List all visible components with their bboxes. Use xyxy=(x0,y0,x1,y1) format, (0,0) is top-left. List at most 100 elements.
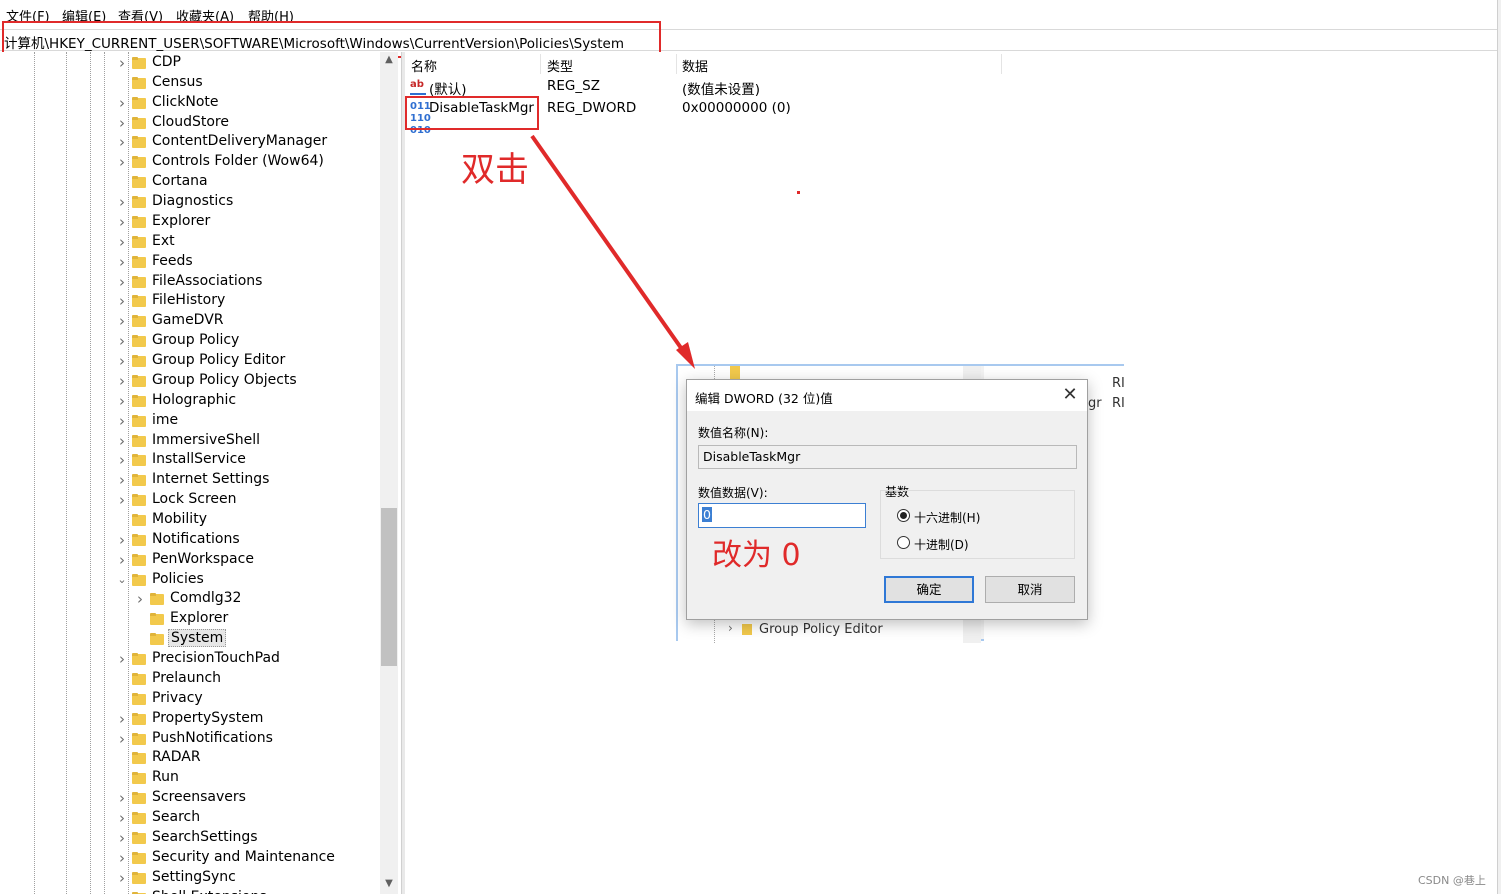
tree-item[interactable]: › Group Policy xyxy=(116,331,380,351)
tree-item[interactable]: › Lock Screen xyxy=(116,490,380,510)
tree-item[interactable]: › FileHistory xyxy=(116,291,380,311)
tree-item[interactable]: › Notifications xyxy=(116,530,380,550)
column-header-data[interactable]: 数据 xyxy=(682,56,708,75)
chevron-right-icon[interactable]: › xyxy=(116,433,128,448)
chevron-right-icon[interactable]: › xyxy=(116,135,128,150)
chevron-right-icon[interactable]: › xyxy=(116,731,128,746)
tree-item[interactable]: › Group Policy Objects xyxy=(116,371,380,391)
chevron-right-icon[interactable]: › xyxy=(116,453,128,468)
chevron-right-icon[interactable]: › xyxy=(116,95,128,110)
tree-item[interactable]: › Shell Extensions xyxy=(116,888,380,894)
tree-item[interactable]: › PrecisionTouchPad xyxy=(116,649,380,669)
tree-item[interactable]: Cortana xyxy=(116,172,380,192)
value-data-input[interactable]: 0 xyxy=(698,503,866,528)
tree-item[interactable]: › Search xyxy=(116,808,380,828)
tree-item[interactable]: › Internet Settings xyxy=(116,470,380,490)
chevron-right-icon[interactable]: › xyxy=(116,195,128,210)
chevron-right-icon[interactable]: › xyxy=(116,652,128,667)
chevron-right-icon[interactable]: › xyxy=(116,413,128,428)
value-row-disabletaskmgr[interactable]: 011 110 010 DisableTaskMgr REG_DWORD 0x000… xyxy=(405,98,1497,136)
column-header-type[interactable]: 类型 xyxy=(547,56,573,75)
tree-item[interactable]: Privacy xyxy=(116,689,380,709)
tree-item[interactable]: › Explorer xyxy=(116,212,380,232)
column-divider[interactable] xyxy=(1001,54,1002,74)
tree-item[interactable]: System xyxy=(134,629,380,649)
key-tree[interactable]: › CDP Census › ClickNote › CloudStore › ContentD… xyxy=(0,52,398,894)
tree-item[interactable]: › Comdlg32 xyxy=(134,589,380,609)
chevron-right-icon[interactable]: › xyxy=(116,314,128,329)
column-divider[interactable] xyxy=(540,54,541,74)
tree-item[interactable]: › Screensavers xyxy=(116,788,380,808)
chevron-right-icon[interactable]: › xyxy=(116,373,128,388)
tree-item[interactable]: › Security and Maintenance xyxy=(116,848,380,868)
tree-item[interactable]: › ContentDeliveryManager xyxy=(116,132,380,152)
scroll-up-icon[interactable]: ▲ xyxy=(380,54,398,70)
tree-item[interactable]: › Holographic xyxy=(116,391,380,411)
folder-icon xyxy=(132,533,146,546)
chevron-down-icon[interactable]: ⌄ xyxy=(116,573,128,587)
tree-item[interactable]: RADAR xyxy=(116,748,380,768)
tree-item[interactable]: Explorer xyxy=(134,609,380,629)
ok-button[interactable]: 确定 xyxy=(884,576,974,603)
tree-item[interactable]: › InstallService xyxy=(116,450,380,470)
hex-radio[interactable] xyxy=(897,509,910,522)
scroll-down-icon[interactable]: ▼ xyxy=(380,878,398,894)
cancel-button[interactable]: 取消 xyxy=(985,576,1075,603)
chevron-right-icon[interactable]: › xyxy=(116,811,128,826)
tree-item[interactable]: Run xyxy=(116,768,380,788)
tree-scrollbar[interactable]: ▲ ▼ xyxy=(380,52,398,894)
chevron-right-icon[interactable]: › xyxy=(116,294,128,309)
hex-radio-label[interactable]: 十六进制(H) xyxy=(914,509,980,526)
tree-item[interactable]: › SearchSettings xyxy=(116,828,380,848)
tree-item[interactable]: › ClickNote xyxy=(116,93,380,113)
chevron-right-icon[interactable]: › xyxy=(116,870,128,885)
tree-item[interactable]: › Controls Folder (Wow64) xyxy=(116,152,380,172)
tree-item[interactable]: › Group Policy Editor xyxy=(116,351,380,371)
tree-item[interactable]: › PenWorkspace xyxy=(116,550,380,570)
tree-item[interactable]: Census xyxy=(116,73,380,93)
chevron-right-icon[interactable]: › xyxy=(116,115,128,130)
chevron-right-icon[interactable]: › xyxy=(116,254,128,269)
tree-item[interactable]: › PropertySystem xyxy=(116,709,380,729)
chevron-right-icon[interactable]: › xyxy=(116,552,128,567)
chevron-right-icon[interactable]: › xyxy=(116,890,128,894)
chevron-right-icon[interactable]: › xyxy=(116,334,128,349)
chevron-right-icon[interactable]: › xyxy=(116,155,128,170)
chevron-right-icon[interactable]: › xyxy=(116,56,128,71)
tree-item[interactable]: Prelaunch xyxy=(116,669,380,689)
value-type: REG_DWORD xyxy=(547,100,637,116)
tree-item[interactable]: › ime xyxy=(116,411,380,431)
chevron-right-icon[interactable]: › xyxy=(116,393,128,408)
chevron-right-icon[interactable]: › xyxy=(116,234,128,249)
tree-item[interactable]: › Diagnostics xyxy=(116,192,380,212)
value-row-default[interactable]: ab (默认) REG_SZ (数值未设置) xyxy=(405,76,1497,98)
chevron-right-icon[interactable]: › xyxy=(116,493,128,508)
close-icon[interactable]: ✕ xyxy=(1059,384,1081,406)
dec-radio-label[interactable]: 十进制(D) xyxy=(914,536,969,553)
chevron-right-icon[interactable]: › xyxy=(116,473,128,488)
column-divider[interactable] xyxy=(676,54,677,74)
tree-item[interactable]: › SettingSync xyxy=(116,868,380,888)
tree-item[interactable]: ⌄ Policies xyxy=(116,570,380,590)
chevron-right-icon[interactable]: › xyxy=(116,274,128,289)
tree-item[interactable]: › Feeds xyxy=(116,252,380,272)
scrollbar-thumb[interactable] xyxy=(381,508,397,666)
tree-item[interactable]: › GameDVR xyxy=(116,311,380,331)
tree-item[interactable]: › FileAssociations xyxy=(116,272,380,292)
chevron-right-icon[interactable]: › xyxy=(116,532,128,547)
dec-radio[interactable] xyxy=(897,536,910,549)
chevron-right-icon[interactable]: › xyxy=(134,592,146,607)
chevron-right-icon[interactable]: › xyxy=(116,791,128,806)
column-header-name[interactable]: 名称 xyxy=(411,56,437,75)
chevron-right-icon[interactable]: › xyxy=(116,711,128,726)
chevron-right-icon[interactable]: › xyxy=(116,214,128,229)
tree-item[interactable]: › PushNotifications xyxy=(116,729,380,749)
chevron-right-icon[interactable]: › xyxy=(116,354,128,369)
tree-item[interactable]: › Ext xyxy=(116,232,380,252)
tree-item[interactable]: › CloudStore xyxy=(116,113,380,133)
tree-item[interactable]: › ImmersiveShell xyxy=(116,431,380,451)
tree-item[interactable]: Mobility xyxy=(116,510,380,530)
chevron-right-icon[interactable]: › xyxy=(116,850,128,865)
chevron-right-icon[interactable]: › xyxy=(116,830,128,845)
tree-item[interactable]: › CDP xyxy=(116,53,380,73)
